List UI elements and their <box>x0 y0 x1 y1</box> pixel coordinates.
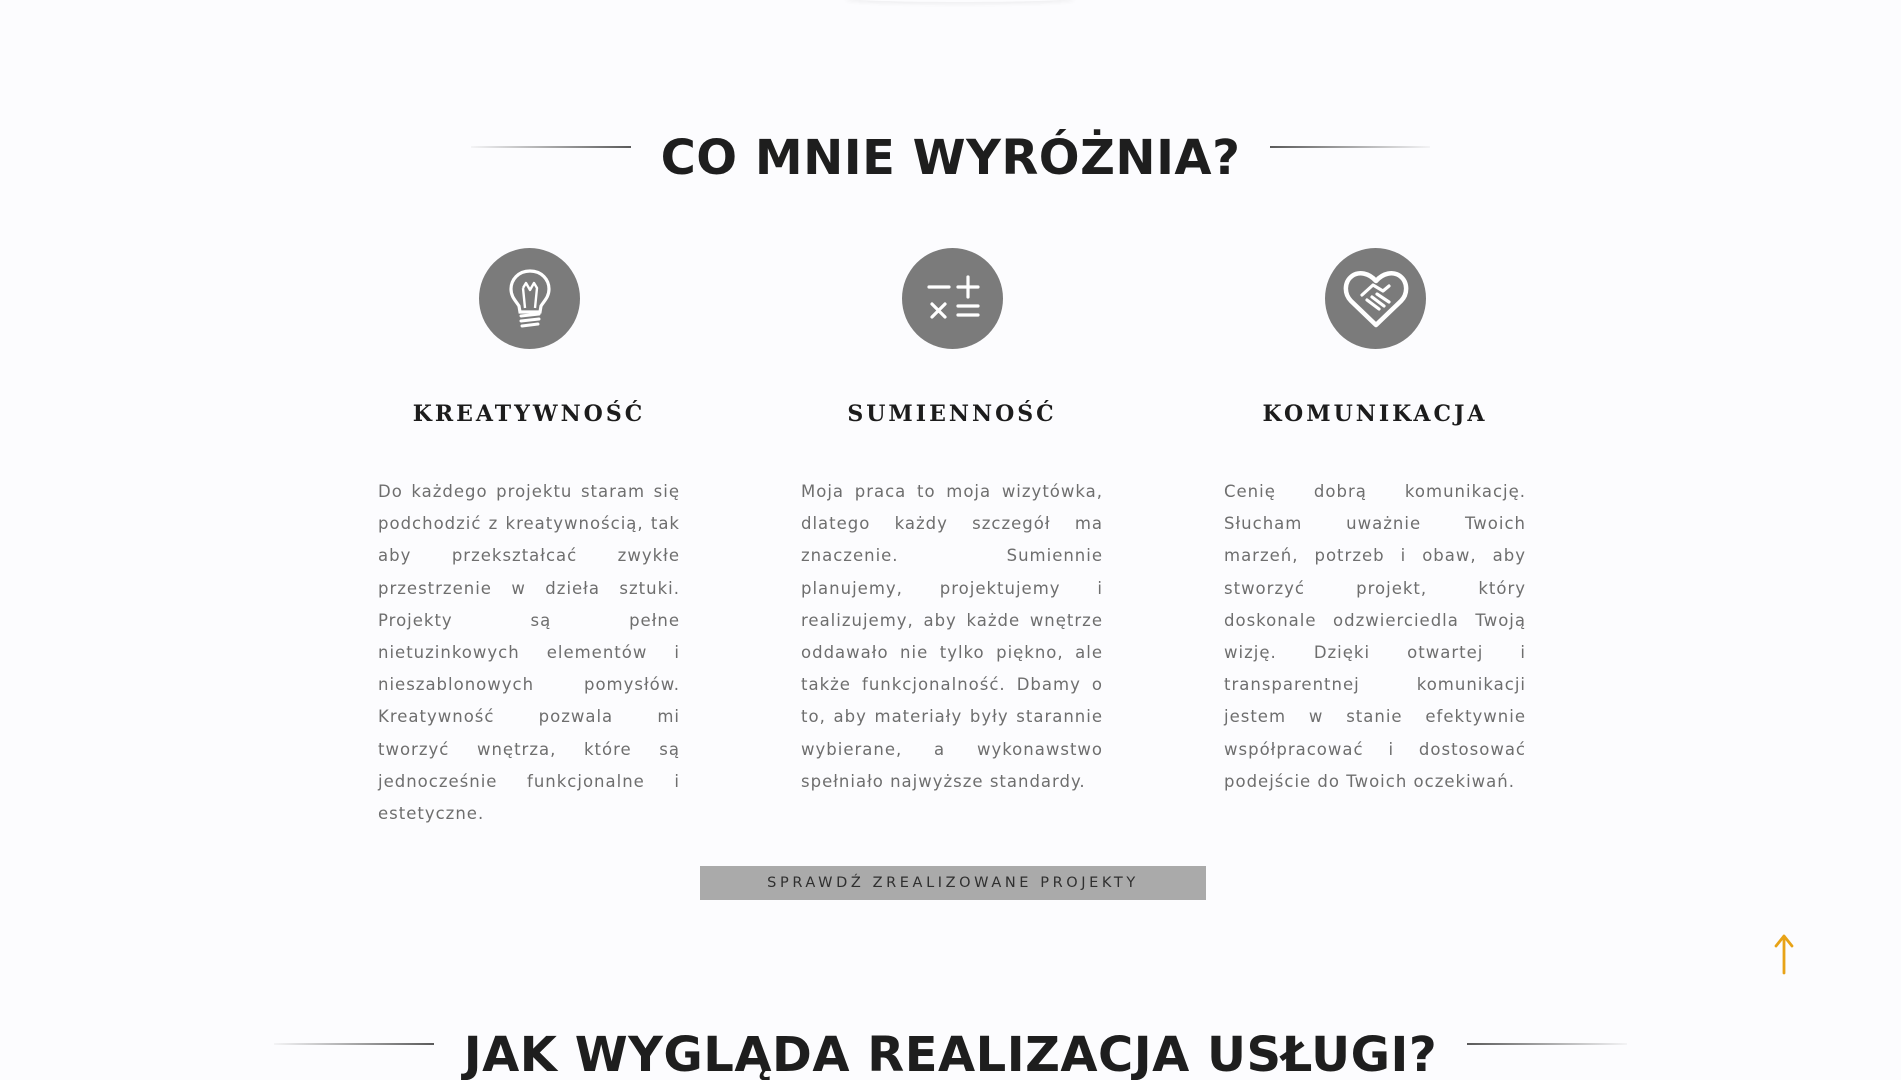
section-heading-service-process: JAK WYGLĄDA REALIZACJA USŁUGI? <box>0 1025 1901 1080</box>
heading-divider-left <box>470 146 631 148</box>
page: CO MNIE WYRÓŻNIA? KREATYWNOŚĆ Do każdego… <box>0 0 1901 1080</box>
feature-title: KOMUNIKACJA <box>1262 401 1488 427</box>
section-title: CO MNIE WYRÓŻNIA? <box>660 130 1241 186</box>
lightbulb-icon <box>479 248 580 349</box>
heading-divider-right <box>1467 1043 1628 1045</box>
feature-description: Moja praca to moja wizytówka, dlatego ka… <box>801 482 1103 791</box>
heart-handshake-icon <box>1325 248 1426 349</box>
heading-divider-right <box>1270 146 1431 148</box>
feature-title: KREATYWNOŚĆ <box>412 401 646 427</box>
section-title: JAK WYGLĄDA REALIZACJA USŁUGI? <box>463 1027 1438 1080</box>
feature-description: Cenię dobrą komunikację. Słucham uważnie… <box>1224 482 1526 791</box>
arrow-up-icon <box>1774 934 1794 975</box>
feature-title: SUMIENNOŚĆ <box>847 401 1057 427</box>
calculator-icon <box>902 248 1003 349</box>
scroll-to-top-button[interactable] <box>1770 933 1798 975</box>
feature-description: Do każdego projektu staram się podchodzi… <box>378 482 680 824</box>
previous-section-edge <box>845 0 1075 2</box>
see-projects-button[interactable]: SPRAWDŹ ZREALIZOWANE PROJEKTY <box>700 866 1206 900</box>
heading-divider-left <box>273 1043 434 1045</box>
section-heading-distinguishes: CO MNIE WYRÓŻNIA? <box>0 128 1901 186</box>
